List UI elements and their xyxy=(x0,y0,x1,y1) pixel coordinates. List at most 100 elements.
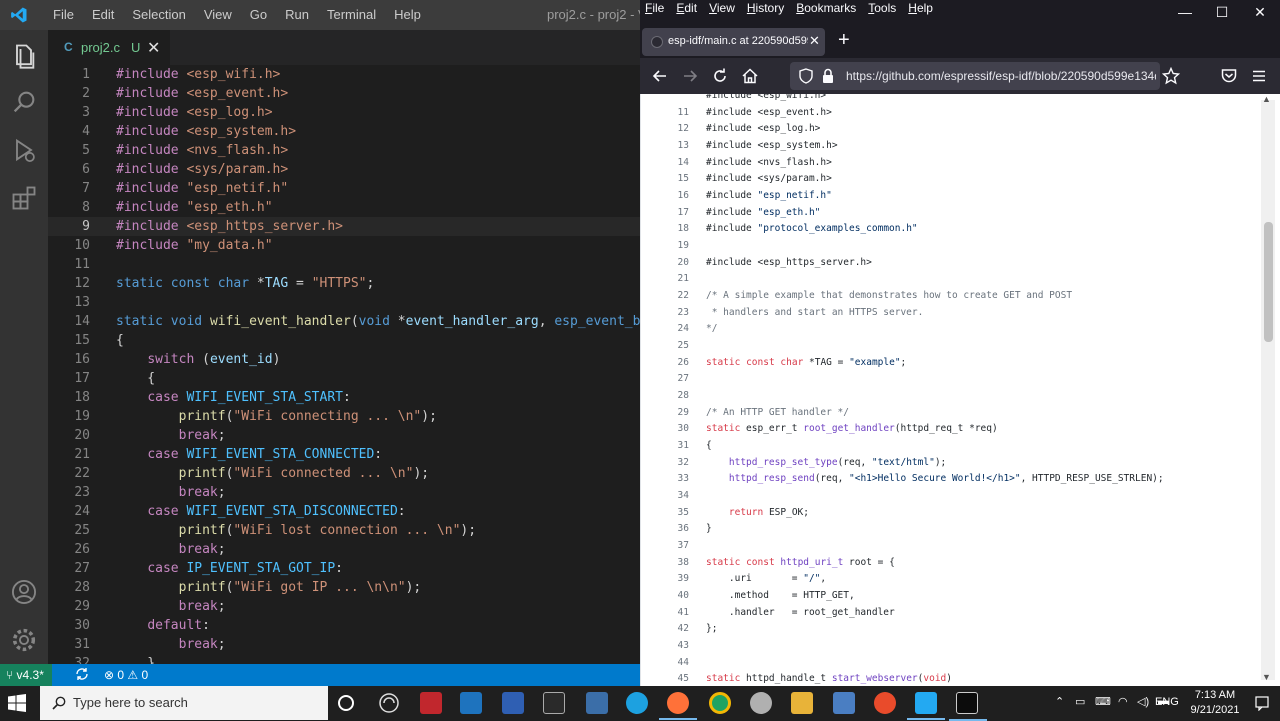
gh-line-number[interactable]: 36 xyxy=(659,521,689,538)
code-line[interactable]: 30 default: xyxy=(48,616,640,635)
gh-line-number[interactable]: 21 xyxy=(659,271,689,288)
ff-menu-history[interactable]: History xyxy=(742,0,791,16)
code-line[interactable]: 31 break; xyxy=(48,635,640,654)
command-prompt-icon[interactable] xyxy=(949,692,987,721)
gh-line-number[interactable]: 28 xyxy=(659,388,689,405)
firefox-taskbar-icon[interactable] xyxy=(659,692,697,720)
menu-terminal[interactable]: Terminal xyxy=(318,0,385,30)
menu-help[interactable]: Help xyxy=(385,0,430,30)
menu-file[interactable]: File xyxy=(44,0,83,30)
gh-line-number[interactable]: 39 xyxy=(659,571,689,588)
back-icon[interactable] xyxy=(651,67,669,85)
gh-line-number[interactable]: 31 xyxy=(659,438,689,455)
vscode-taskbar-icon[interactable] xyxy=(907,692,945,720)
code-line[interactable]: 11 xyxy=(48,255,640,274)
network-app-icon[interactable] xyxy=(586,692,608,714)
taskbar-search-box[interactable]: Type here to search xyxy=(40,686,328,720)
gh-line-number[interactable]: 16 xyxy=(659,188,689,205)
code-line[interactable]: 29 break; xyxy=(48,597,640,616)
gh-line-number[interactable]: 37 xyxy=(659,538,689,555)
chrome-icon[interactable] xyxy=(709,692,731,714)
edge-icon[interactable] xyxy=(626,692,648,714)
gh-line-number[interactable]: 35 xyxy=(659,505,689,522)
reload-icon[interactable] xyxy=(711,67,729,85)
search-icon[interactable] xyxy=(10,88,38,116)
ff-menu-bookmarks[interactable]: Bookmarks xyxy=(791,0,863,16)
pocket-icon[interactable] xyxy=(1220,67,1238,85)
gh-line-number[interactable]: 13 xyxy=(659,138,689,155)
gh-line-number[interactable]: 18 xyxy=(659,221,689,238)
powershell-icon[interactable] xyxy=(502,692,524,714)
code-line[interactable]: 26 break; xyxy=(48,540,640,559)
gh-line-number[interactable]: 29 xyxy=(659,405,689,422)
gh-line-number[interactable]: 30 xyxy=(659,421,689,438)
ff-menu-tools[interactable]: Tools xyxy=(863,0,903,16)
gh-line-number[interactable]: 19 xyxy=(659,238,689,255)
minimize-icon[interactable]: — xyxy=(1166,0,1204,26)
gh-line-number[interactable]: 34 xyxy=(659,488,689,505)
code-line[interactable]: 14 static void wifi_event_handler(void *e… xyxy=(48,312,640,331)
gh-line-number[interactable]: 33 xyxy=(659,471,689,488)
code-line[interactable]: 9 #include <esp_https_server.h> xyxy=(48,217,640,236)
tray-app-icon[interactable]: ▭ xyxy=(1075,695,1085,708)
wifi-icon[interactable]: ◠ xyxy=(1118,695,1128,708)
file-explorer-icon[interactable] xyxy=(791,692,813,714)
volume-icon[interactable]: ◁) xyxy=(1137,695,1149,708)
code-line[interactable]: 28 printf("WiFi got IP ... \n\n"); xyxy=(48,578,640,597)
code-line[interactable]: 16 switch (event_id) xyxy=(48,350,640,369)
window-close-icon[interactable]: ✕ xyxy=(1241,0,1279,26)
menu-selection[interactable]: Selection xyxy=(123,0,194,30)
code-line[interactable]: 18 case WIFI_EVENT_STA_START: xyxy=(48,388,640,407)
terminal-app-icon[interactable] xyxy=(543,692,565,714)
scrollbar-track[interactable] xyxy=(1261,100,1275,680)
tracking-protection-shield-icon[interactable] xyxy=(798,68,814,84)
scrollbar-thumb[interactable] xyxy=(1264,222,1273,342)
menu-run[interactable]: Run xyxy=(276,0,318,30)
ff-menu-help[interactable]: Help xyxy=(903,0,940,16)
hamburger-menu-icon[interactable] xyxy=(1250,67,1268,85)
code-line[interactable]: 15 { xyxy=(48,331,640,350)
maximize-icon[interactable]: ☐ xyxy=(1203,0,1241,26)
gh-line-number[interactable]: 11 xyxy=(659,105,689,122)
sync-icon[interactable] xyxy=(74,666,90,682)
code-line[interactable]: 27 case IP_EVENT_STA_GOT_IP: xyxy=(48,559,640,578)
taskbar-clock[interactable]: 7:13 AM 9/21/2021 xyxy=(1185,688,1245,718)
bookmark-star-icon[interactable] xyxy=(1162,67,1180,85)
extensions-icon[interactable] xyxy=(10,184,38,212)
gh-line-number[interactable]: 42 xyxy=(659,621,689,638)
code-line[interactable]: 20 break; xyxy=(48,426,640,445)
ff-menu-view[interactable]: View xyxy=(704,0,742,16)
gh-line-number[interactable]: 32 xyxy=(659,455,689,472)
code-line[interactable]: 12 static const char *TAG = "HTTPS"; xyxy=(48,274,640,293)
app-icon[interactable] xyxy=(750,692,772,714)
gh-line-number[interactable]: 27 xyxy=(659,371,689,388)
tab-close-icon[interactable]: ✕ xyxy=(809,33,820,49)
code-editor[interactable]: 1 #include <esp_wifi.h> 2 #include <esp_eve… xyxy=(48,65,640,664)
gh-line-number[interactable]: 22 xyxy=(659,288,689,305)
home-icon[interactable] xyxy=(741,67,759,85)
lock-icon[interactable] xyxy=(821,68,835,84)
code-line[interactable]: 4 #include <esp_system.h> xyxy=(48,122,640,141)
gh-line-number[interactable]: 14 xyxy=(659,155,689,172)
scroll-up-icon[interactable]: ▲ xyxy=(1262,94,1271,104)
new-tab-button[interactable]: + xyxy=(838,29,850,52)
gh-line-number[interactable]: 45 xyxy=(659,671,689,686)
gh-line-number[interactable]: 20 xyxy=(659,255,689,272)
keyboard-icon[interactable]: ⌨ xyxy=(1095,695,1111,708)
code-line[interactable]: 7 #include "esp_netif.h" xyxy=(48,179,640,198)
gh-line-number[interactable]: 15 xyxy=(659,171,689,188)
menu-go[interactable]: Go xyxy=(241,0,276,30)
run-debug-icon[interactable] xyxy=(10,136,38,164)
code-line[interactable]: 10 #include "my_data.h" xyxy=(48,236,640,255)
file-app-icon[interactable] xyxy=(460,692,482,714)
browser-tab[interactable]: esp-idf/main.c at 220590d599e134 ✕ xyxy=(642,28,825,56)
branch-indicator[interactable]: ⑂ v4.3* xyxy=(0,664,52,686)
gh-line-number[interactable]: 12 xyxy=(659,121,689,138)
code-line[interactable]: 24 case WIFI_EVENT_STA_DISCONNECTED: xyxy=(48,502,640,521)
close-icon[interactable]: ✕ xyxy=(147,38,160,58)
ff-menu-edit[interactable]: Edit xyxy=(671,0,704,16)
forward-icon[interactable] xyxy=(681,67,699,85)
code-line[interactable]: 19 printf("WiFi connecting ... \n"); xyxy=(48,407,640,426)
url-bar[interactable]: https://github.com/espressif/esp-idf/blo… xyxy=(790,62,1160,90)
code-line[interactable]: 5 #include <nvs_flash.h> xyxy=(48,141,640,160)
